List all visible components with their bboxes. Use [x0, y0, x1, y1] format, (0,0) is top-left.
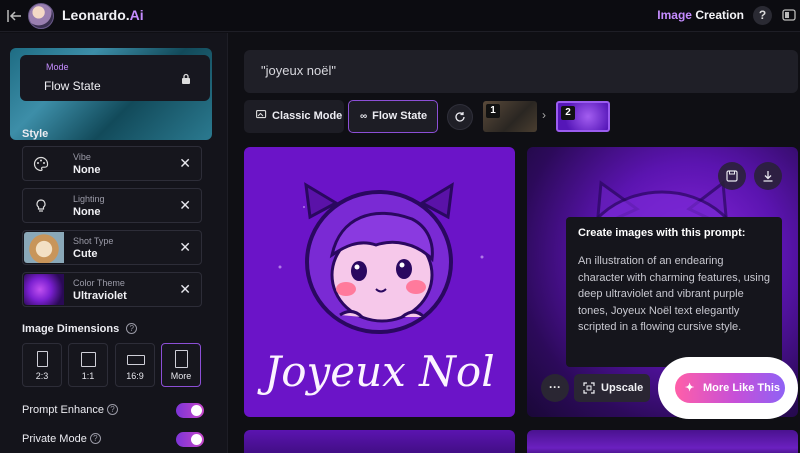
brand-ai: Ai	[129, 7, 144, 23]
palette-icon	[33, 156, 49, 172]
top-bar: Leonardo.Ai Image Creation ?	[0, 0, 800, 32]
mode-label: Mode	[46, 62, 69, 72]
brand-logo[interactable]: Leonardo.Ai	[62, 7, 144, 23]
style-label: Color Theme	[73, 278, 125, 288]
mode-selector[interactable]: Mode Flow State	[20, 55, 210, 101]
character-illustration	[278, 182, 484, 334]
more-dimensions-icon	[175, 350, 188, 368]
style-label: Vibe	[73, 152, 91, 162]
panel-toggle-icon[interactable]	[782, 8, 798, 24]
more-options-button[interactable]: ···	[541, 374, 569, 402]
prompt-enhance-toggle[interactable]	[176, 403, 204, 418]
image-dimensions-label: Image Dimensions	[22, 323, 120, 335]
info-icon[interactable]: ?	[126, 323, 138, 334]
style-row-lighting[interactable]: Lighting None ✕	[22, 188, 202, 223]
upscale-label: Upscale	[601, 382, 644, 394]
landscape-icon	[127, 355, 145, 365]
more-like-this-label: More Like This	[703, 382, 781, 394]
image-stack-icon	[256, 100, 267, 133]
upscale-icon	[583, 374, 595, 405]
history-thumbnail-2[interactable]: 2	[556, 101, 610, 132]
toggle-knob	[191, 405, 202, 416]
generated-image-1[interactable]: Joyeux Nol	[244, 147, 515, 417]
style-row-vibe[interactable]: Vibe None ✕	[22, 146, 202, 181]
style-value: Ultraviolet	[73, 290, 127, 302]
toggle-label: Prompt Enhance	[22, 404, 104, 416]
tooltip-body: An illustration of an endearing characte…	[578, 255, 770, 333]
dimension-label: 16:9	[126, 371, 144, 381]
close-icon[interactable]: ✕	[179, 197, 191, 214]
mode-value: Flow State	[44, 79, 101, 93]
page-title: Image Creation	[657, 8, 744, 22]
upscale-button[interactable]: Upscale	[574, 374, 650, 402]
prompt-input[interactable]: "joyeux noël"	[244, 50, 798, 93]
title-creation: Creation	[695, 8, 744, 22]
style-value: None	[73, 164, 101, 176]
classic-mode-button[interactable]: Classic Mode	[244, 100, 344, 133]
prompt-text: "joyeux noël"	[261, 63, 336, 78]
history-number: 2	[561, 106, 575, 120]
history-thumbnail-1[interactable]: 1	[483, 101, 537, 132]
title-image: Image	[657, 8, 692, 22]
portrait-icon	[37, 351, 48, 367]
history-number: 1	[486, 104, 500, 118]
prompt-enhance-row: Prompt Enhance?	[22, 403, 204, 419]
close-icon[interactable]: ✕	[179, 155, 191, 172]
private-mode-row: Private Mode?	[22, 432, 204, 448]
style-label: Lighting	[73, 194, 105, 204]
refresh-icon[interactable]	[447, 104, 473, 130]
toggle-label: Private Mode	[22, 433, 87, 445]
dimension-1-1[interactable]: 1:1	[68, 343, 108, 387]
ultraviolet-thumbnail	[24, 274, 64, 305]
download-icon[interactable]	[754, 162, 782, 190]
sidebar: Mode Flow State Style Vibe None ✕ Lighti…	[0, 33, 228, 453]
prompt-tooltip: Create images with this prompt: An illus…	[566, 217, 782, 367]
toggle-knob	[191, 434, 202, 445]
lock-icon	[180, 72, 192, 84]
mode-card[interactable]: Mode Flow State	[10, 48, 212, 140]
private-mode-label: Private Mode?	[22, 433, 101, 445]
cat-thumbnail	[24, 232, 64, 263]
classic-mode-label: Classic Mode	[272, 110, 343, 122]
info-icon[interactable]: ?	[89, 433, 101, 444]
flow-state-button[interactable]: ∞ Flow State	[348, 100, 438, 133]
dimension-label: 2:3	[35, 371, 49, 381]
style-label: Shot Type	[73, 236, 114, 246]
chevron-right-icon: ›	[542, 108, 546, 122]
generated-image-4[interactable]	[527, 430, 798, 453]
dimension-more[interactable]: More	[161, 343, 201, 387]
style-value: Cute	[73, 248, 98, 260]
back-arrow-icon[interactable]	[5, 7, 23, 25]
dimension-label: 1:1	[81, 371, 95, 381]
lightbulb-icon	[33, 198, 49, 214]
generated-image-3[interactable]	[244, 430, 515, 453]
infinity-icon: ∞	[360, 111, 368, 122]
close-icon[interactable]: ✕	[179, 239, 191, 256]
image-dimensions-title: Image Dimensions ?	[22, 323, 138, 335]
prompt-enhance-label: Prompt Enhance?	[22, 404, 118, 416]
private-mode-toggle[interactable]	[176, 432, 204, 447]
close-icon[interactable]: ✕	[179, 281, 191, 298]
square-icon	[81, 352, 96, 367]
style-value: None	[73, 206, 101, 218]
brand-name: Leonardo.	[62, 7, 130, 23]
style-row-color-theme[interactable]: Color Theme Ultraviolet ✕	[22, 272, 202, 307]
card-caption: Joyeux Nol	[264, 347, 495, 396]
help-button[interactable]: ?	[753, 6, 772, 25]
style-row-shot-type[interactable]: Shot Type Cute ✕	[22, 230, 202, 265]
dimension-2-3[interactable]: 2:3	[22, 343, 62, 387]
save-icon[interactable]	[718, 162, 746, 190]
sparkle-icon: ✦	[685, 382, 695, 394]
avatar[interactable]	[28, 3, 54, 29]
tooltip-title: Create images with this prompt:	[578, 227, 746, 239]
dimension-label: More	[170, 371, 192, 381]
flow-state-label: Flow State	[372, 110, 428, 122]
style-title: Style	[22, 128, 49, 140]
info-icon[interactable]: ?	[106, 404, 118, 415]
dimension-16-9[interactable]: 16:9	[115, 343, 155, 387]
more-like-this-button[interactable]: ✦ More Like This	[675, 373, 785, 403]
